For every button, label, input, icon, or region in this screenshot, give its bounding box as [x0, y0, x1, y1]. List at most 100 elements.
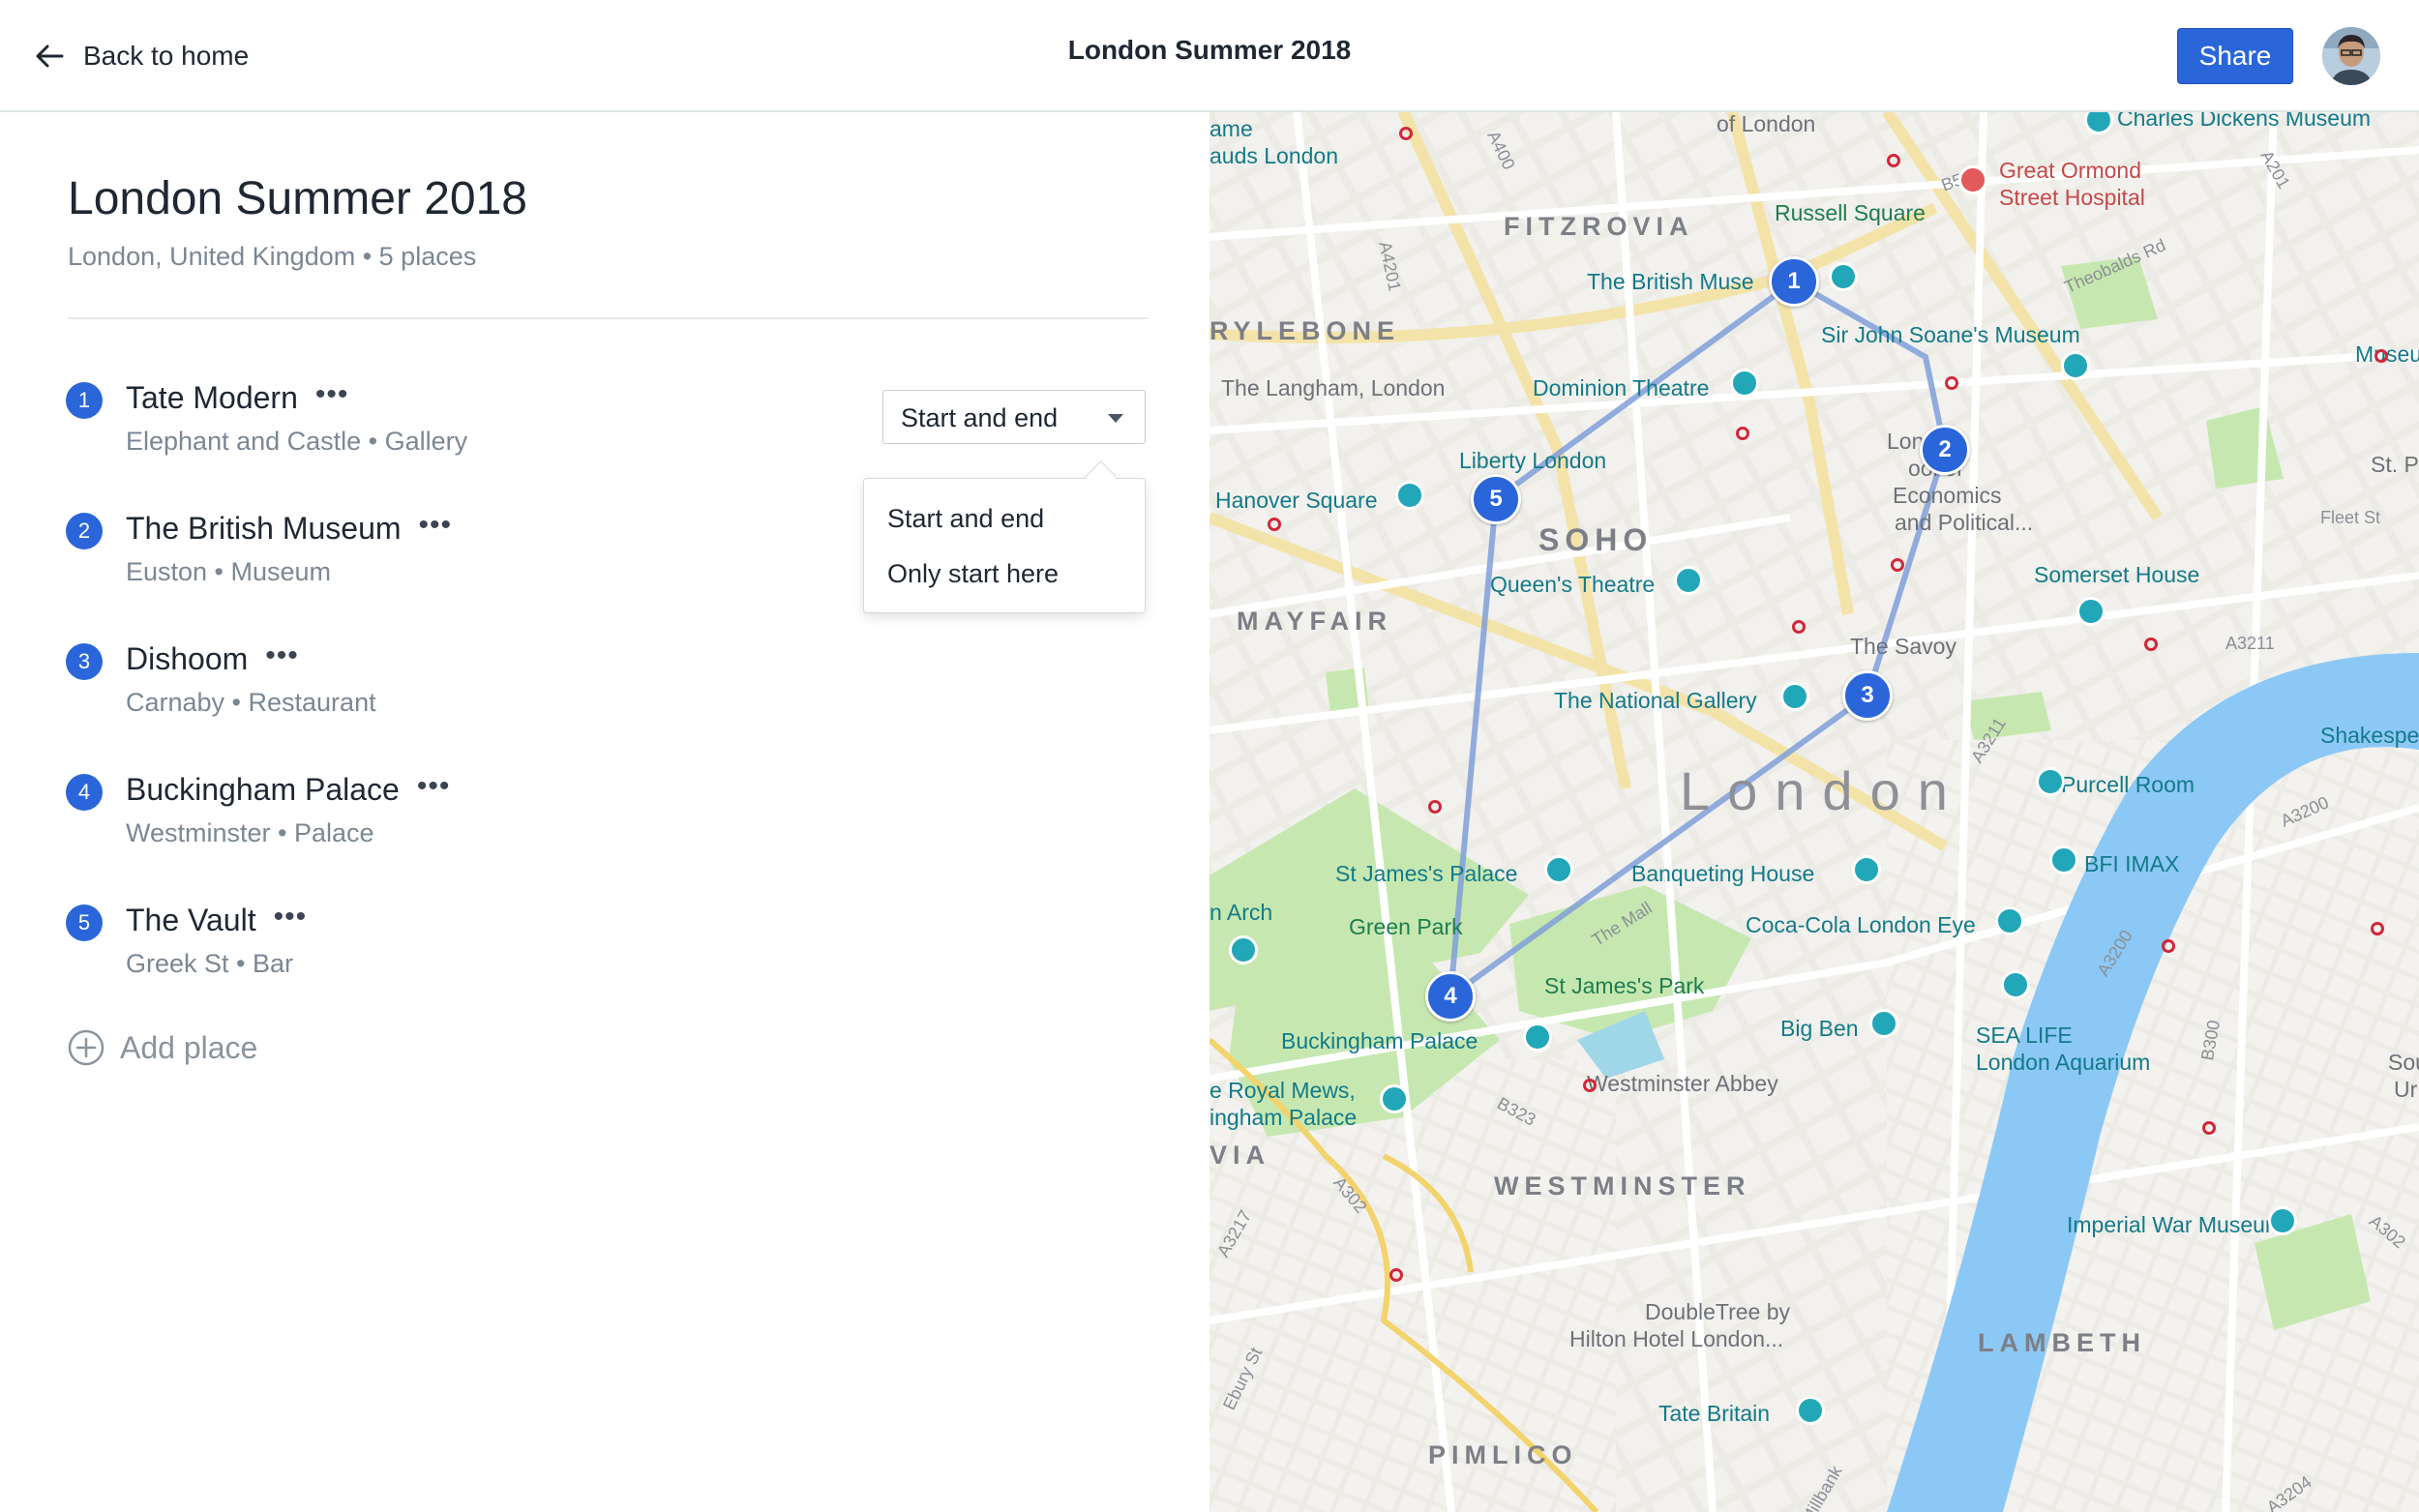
list-item-place[interactable]: 5 The Vault ••• Greek St • Bar: [0, 901, 755, 1007]
arrow-left-icon: [36, 44, 64, 68]
map-label: Ur: [2394, 1077, 2418, 1102]
map-label: FITZROVIA: [1504, 212, 1694, 241]
place-meta: Westminster • Palace: [126, 818, 374, 847]
map-label: Street Hospital: [1999, 185, 2145, 210]
place-number-badge: 5: [66, 904, 103, 941]
map-marker-4[interactable]: 4: [1425, 971, 1476, 1022]
poi-pin-icon[interactable]: [2268, 1206, 2297, 1235]
map-label: Purcell Room: [2061, 772, 2195, 797]
road-label: Fleet St: [2320, 508, 2381, 527]
map-label: and Political...: [1895, 510, 2034, 535]
map-label: Big Ben: [1780, 1016, 1859, 1041]
map-label: Tate Britain: [1658, 1401, 1771, 1426]
caret-down-icon: [1108, 414, 1123, 423]
back-to-home-link[interactable]: Back to home: [35, 33, 249, 79]
poi-pin-icon[interactable]: [2049, 845, 2078, 875]
map-label: The Langham, London: [1221, 375, 1446, 400]
poi-pin-icon[interactable]: [1796, 1396, 1825, 1425]
more-horizontal-icon[interactable]: •••: [419, 511, 453, 540]
tube-station-icon: [1887, 154, 1900, 167]
more-horizontal-icon[interactable]: •••: [417, 772, 451, 801]
divider: [68, 317, 1148, 319]
map-marker-3[interactable]: 3: [1842, 670, 1893, 721]
poi-pin-icon[interactable]: [1730, 369, 1759, 398]
poi-pin-icon[interactable]: [2076, 597, 2105, 626]
map-label: Buckingham Palace: [1281, 1028, 1478, 1053]
poi-pin-icon[interactable]: [1395, 481, 1424, 510]
more-horizontal-icon[interactable]: •••: [274, 903, 308, 932]
back-label: Back to home: [83, 41, 250, 71]
map-marker-5[interactable]: 5: [1471, 474, 1521, 524]
hospital-icon[interactable]: [1958, 165, 1987, 194]
map-label: Hanover Square: [1215, 488, 1378, 513]
map-label: St. P: [2371, 452, 2419, 477]
map[interactable]: FITZROVIA RYLEBONE SOHO MAYFAIR WESTMINS…: [1210, 111, 2419, 1512]
poi-pin-icon[interactable]: [1523, 1023, 1552, 1052]
map-label: SOHO: [1538, 522, 1654, 557]
tube-station-icon: [1389, 1268, 1403, 1282]
poi-pin-icon[interactable]: [2001, 970, 2030, 999]
list-item-place[interactable]: 3 Dishoom ••• Carnaby • Restaurant: [0, 639, 755, 746]
place-name: Tate Modern •••: [126, 378, 349, 416]
poi-pin-icon[interactable]: [1780, 682, 1809, 711]
map-label: PIMLICO: [1428, 1440, 1578, 1469]
map-label: Economics: [1893, 483, 2002, 508]
list-item-place[interactable]: 2 The British Museum ••• Euston • Museum: [0, 509, 755, 615]
add-place-button[interactable]: Add place: [68, 1029, 257, 1066]
route-option-select[interactable]: Start and end: [882, 390, 1146, 444]
poi-pin-icon[interactable]: [1829, 262, 1858, 291]
map-label: Somerset House: [2034, 562, 2200, 587]
tube-station-icon: [2202, 1121, 2216, 1135]
place-meta: Euston • Museum: [126, 557, 332, 586]
map-label: Dominion Theatre: [1533, 375, 1710, 400]
tube-station-icon: [1792, 620, 1806, 634]
poi-pin-icon[interactable]: [1229, 935, 1258, 964]
more-horizontal-icon[interactable]: •••: [315, 380, 349, 409]
poi-pin-icon[interactable]: [1869, 1009, 1898, 1038]
poi-pin-icon[interactable]: [1544, 855, 1573, 884]
map-label: of London: [1717, 111, 1816, 136]
poi-pin-icon[interactable]: [1852, 855, 1881, 884]
map-label: WESTMINSTER: [1494, 1171, 1751, 1201]
map-label: St James's Palace: [1335, 861, 1518, 886]
map-label: Queen's Theatre: [1490, 572, 1656, 597]
map-label: ame: [1210, 116, 1253, 141]
poi-pin-icon[interactable]: [2061, 351, 2090, 380]
place-meta: Elephant and Castle • Gallery: [126, 427, 468, 456]
map-label: The British Muse: [1587, 269, 1754, 294]
map-marker-2[interactable]: 2: [1920, 425, 1970, 475]
route-option-menu: Start and end Only start here: [863, 478, 1146, 613]
place-number-badge: 1: [66, 382, 103, 419]
avatar[interactable]: [2322, 27, 2380, 85]
poi-pin-icon[interactable]: [1380, 1084, 1409, 1113]
menu-item-start-and-end[interactable]: Start and end: [887, 504, 1044, 534]
map-label: SEA LIFE: [1976, 1023, 2073, 1048]
map-label: Charles Dickens Museum: [2117, 111, 2372, 131]
tube-station-icon: [1945, 376, 1958, 390]
tube-station-icon: [1268, 518, 1281, 531]
map-label: n Arch: [1210, 900, 1273, 925]
map-label: BFI IMAX: [2084, 851, 2180, 876]
map-label: Liberty London: [1459, 448, 1607, 473]
list-item-place[interactable]: 1 Tate Modern ••• Elephant and Castle • G…: [0, 378, 755, 485]
map-label: VIA: [1210, 1141, 1271, 1170]
map-label: St James's Park: [1544, 973, 1705, 998]
list-item-place[interactable]: 4 Buckingham Palace ••• Westminster • Pal…: [0, 770, 755, 876]
menu-item-only-start-here[interactable]: Only start here: [887, 559, 1059, 589]
map-label: Shakespe: [2320, 723, 2419, 748]
poi-pin-icon[interactable]: [1995, 906, 2024, 935]
map-label: Green Park: [1349, 914, 1463, 939]
place-name: The Vault •••: [126, 901, 308, 938]
poi-pin-icon[interactable]: [2036, 767, 2065, 796]
place-name: Buckingham Palace •••: [126, 770, 451, 808]
map-marker-1[interactable]: 1: [1769, 256, 1819, 307]
map-label: Westminster Abbey: [1587, 1071, 1778, 1096]
tube-station-icon: [2371, 922, 2384, 935]
tube-station-icon: [2162, 939, 2175, 953]
more-horizontal-icon[interactable]: •••: [265, 641, 299, 670]
map-label: DoubleTree by: [1645, 1299, 1791, 1324]
share-button[interactable]: Share: [2177, 28, 2293, 84]
trip-title: London Summer 2018: [68, 173, 527, 224]
map-label: RYLEBONE: [1210, 316, 1401, 345]
poi-pin-icon[interactable]: [1674, 566, 1703, 595]
